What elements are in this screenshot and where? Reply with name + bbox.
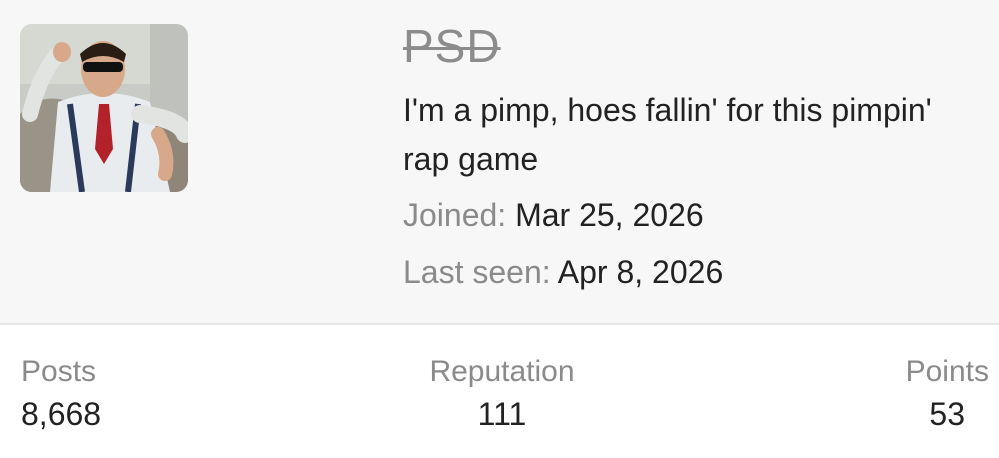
stat-posts[interactable]: Posts 8,668 (21, 352, 101, 436)
member-card: PSD I'm a pimp, hoes fallin' for this pi… (0, 0, 999, 458)
last-seen-row: Last seen: Apr 8, 2026 (403, 252, 723, 292)
joined-row: Joined: Mar 25, 2026 (403, 195, 704, 235)
member-avatar[interactable] (20, 24, 188, 192)
points-value: 53 (929, 396, 965, 432)
posts-label: Posts (21, 355, 97, 388)
points-label: Points (905, 355, 989, 388)
reputation-value: 111 (477, 396, 527, 432)
stat-points[interactable]: Points 53 (906, 352, 989, 436)
joined-value: Mar 25, 2026 (515, 197, 704, 233)
last-seen-label: Last seen: (403, 254, 551, 290)
avatar-photo-icon (20, 24, 188, 192)
member-header: PSD I'm a pimp, hoes fallin' for this pi… (0, 0, 999, 325)
reputation-label: Reputation (429, 355, 575, 388)
stat-reputation[interactable]: Reputation 111 (427, 352, 577, 436)
member-username[interactable]: PSD (403, 20, 501, 72)
posts-value: 8,668 (21, 396, 102, 432)
member-title: I'm a pimp, hoes fallin' for this pimpin… (403, 92, 932, 177)
last-seen-value: Apr 8, 2026 (557, 254, 724, 290)
joined-label: Joined: (403, 197, 507, 233)
